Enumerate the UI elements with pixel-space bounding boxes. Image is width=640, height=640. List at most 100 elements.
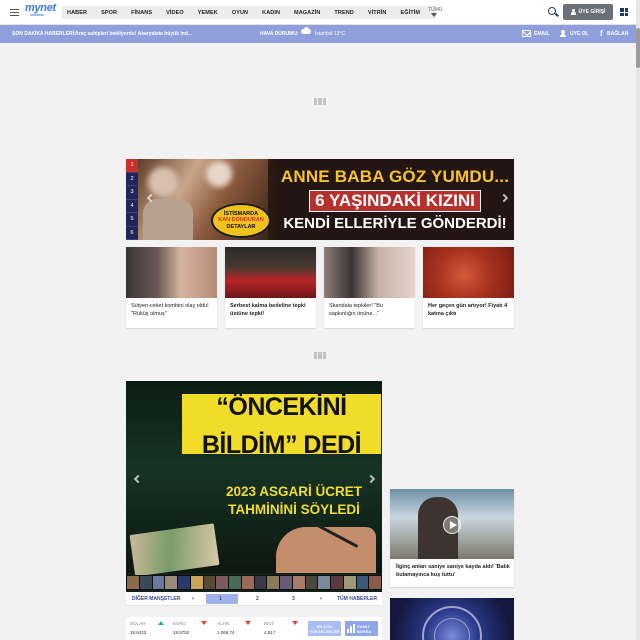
slide-headline: ANNE BABA GÖZ YUMDU... 6 YAŞINDAKİ KIZIN… — [276, 159, 514, 240]
login-button[interactable]: ÜYE GİRİŞİ — [563, 4, 613, 20]
news-card-image — [126, 247, 217, 298]
news-card[interactable]: Serbest kalma bedeline tepki üstüne tepk… — [225, 247, 316, 328]
slider-page-1[interactable]: 1 — [126, 159, 138, 173]
manset-thumb[interactable] — [216, 576, 228, 589]
pager-page-2[interactable]: 2 — [256, 596, 259, 602]
nav-item-trend[interactable]: TREND — [334, 10, 353, 16]
manset-thumb[interactable] — [139, 576, 152, 589]
manset-thumb[interactable] — [292, 576, 305, 589]
manset-thumb[interactable] — [152, 576, 165, 589]
manset-thumb[interactable] — [267, 576, 279, 589]
add-user-icon[interactable] — [560, 30, 567, 38]
news-card-image — [324, 247, 415, 298]
other-headlines-link[interactable]: DİĞER MANŞETLER — [132, 596, 180, 602]
manset-headline-line: “ÖNCEKİNİ — [216, 393, 347, 421]
trend-down-icon — [292, 621, 298, 625]
pager-prev[interactable]: ‹ — [192, 596, 194, 602]
market-value: 4.817 — [264, 630, 276, 635]
pager-page-3[interactable]: 3 — [292, 596, 295, 602]
slider-page-5[interactable]: 5 — [126, 213, 138, 227]
news-card-image — [225, 247, 316, 298]
user-icon — [570, 9, 576, 15]
slider-page-4[interactable]: 4 — [126, 199, 138, 213]
facebook-connect-link[interactable]: BAĞLAN — [607, 31, 628, 37]
market-value: 18,6423 — [130, 630, 147, 635]
page-scrollbar[interactable] — [636, 0, 640, 640]
live-market-button[interactable]: CANLI BORSA — [345, 621, 378, 636]
nav-item-finans[interactable]: FİNANS — [131, 10, 152, 16]
nav-more-label: TÜMÜ — [428, 6, 443, 13]
manset-thumb[interactable] — [318, 576, 330, 589]
news-card-image — [423, 247, 514, 298]
manset-thumb[interactable] — [356, 576, 369, 589]
photo-figure — [143, 199, 193, 240]
market-item-euro[interactable]: EURO 19,5752 — [173, 621, 209, 635]
news-card[interactable]: Her geçen gün artıyor! Fiyatı 4 katına ç… — [423, 247, 514, 328]
trend-down-icon — [201, 621, 207, 625]
menu-icon[interactable] — [10, 9, 19, 16]
nav-item-video[interactable]: VİDEO — [166, 10, 184, 16]
nav-item-oyun[interactable]: OYUN — [232, 10, 248, 16]
slider-page-3[interactable]: 3 — [126, 186, 138, 200]
mail-icon[interactable] — [522, 30, 531, 37]
news-card-title: Sütyen-ceket kombini olay oldu! "Rüküş o… — [131, 303, 209, 317]
market-item-bist[interactable]: BIST 4.817 — [264, 621, 300, 635]
blurred-face — [148, 167, 178, 197]
breaking-news-bar: SON DAKİKA HABERLERİ: Araç sahipleri bek… — [0, 25, 636, 43]
nav-item-haber[interactable]: HABER — [67, 10, 87, 16]
horoscope-card[interactable] — [390, 598, 514, 640]
manset-thumb[interactable] — [165, 576, 177, 589]
nav-item-yemek[interactable]: YEMEK — [198, 10, 218, 16]
manset-thumb[interactable] — [343, 576, 356, 589]
nav-item-magazin[interactable]: MAGAZİN — [294, 10, 320, 16]
nav-item-vitrin[interactable]: VİTRİN — [368, 10, 387, 16]
ad-placeholder-icon — [314, 98, 326, 105]
nav-item-kadin[interactable]: KADIN — [262, 10, 280, 16]
market-item-dolar[interactable]: DOLAR 18,6423 — [130, 621, 166, 635]
video-card[interactable]: İlginç anları saniye saniye kayda aldı! … — [390, 489, 514, 587]
manset-thumb[interactable] — [229, 576, 241, 589]
email-link[interactable]: EMAIL — [534, 31, 550, 37]
manset-subline: TAHMİNİNİ SÖYLEDİ — [228, 502, 360, 517]
pager-page-1[interactable]: 1 — [219, 596, 222, 602]
signup-link[interactable]: ÜYE OL — [570, 31, 589, 37]
facebook-icon[interactable]: f — [600, 29, 603, 38]
news-card[interactable]: Skandala tepkiler! "Bu sapkınlığın önüne… — [324, 247, 415, 328]
headline-slider[interactable]: 1 2 3 4 5 6 İSTİSMARDA KAN DONDURAN DETA… — [126, 159, 514, 240]
manset-thumb[interactable] — [127, 576, 139, 589]
market-item-altin[interactable]: ALTIN 1.068,74 — [217, 621, 253, 635]
manset-slider[interactable]: “ÖNCEKİNİ BİLDİM” DEDİ 2023 ASGARİ ÜCRET… — [126, 381, 382, 592]
nav-more[interactable]: TÜMÜ — [428, 6, 443, 19]
manset-thumb[interactable] — [305, 576, 318, 589]
breaking-headline[interactable]: Araç sahipleri bekliyordu! Akaryakıta bü… — [75, 31, 192, 37]
search-icon[interactable] — [548, 7, 556, 15]
market-ticker: DOLAR 18,6423 EURO 19,5752 ALTIN 1.068,7… — [126, 617, 382, 640]
news-card[interactable]: Sütyen-ceket kombini olay oldu! "Rüküş o… — [126, 247, 217, 328]
weather-label: HAVA DURUMU: — [260, 31, 299, 37]
weather-value[interactable]: İstanbul 13°C — [315, 31, 345, 37]
site-logo[interactable]: mynet — [25, 2, 56, 14]
manset-pager: DİĞER MANŞETLER ‹ 1 2 3 › TÜM HABERLER — [126, 592, 382, 606]
all-news-link[interactable]: TÜM HABERLER — [337, 596, 377, 602]
ad-placeholder-icon — [314, 352, 326, 359]
manset-thumb[interactable] — [178, 576, 190, 589]
play-icon[interactable] — [443, 516, 461, 534]
manset-thumb[interactable] — [241, 576, 254, 589]
manset-thumb[interactable] — [280, 576, 292, 589]
market-value: 19,5752 — [173, 630, 190, 635]
manset-thumb[interactable] — [331, 576, 343, 589]
market-name: DOLAR — [130, 621, 146, 626]
top-gainers-button[interactable]: EN ÇOK YÜKSELENLER — [308, 621, 341, 636]
slider-page-2[interactable]: 2 — [126, 172, 138, 186]
pager-next[interactable]: › — [320, 596, 322, 602]
scrollbar-thumb[interactable] — [636, 28, 640, 68]
manset-thumb[interactable] — [203, 576, 216, 589]
slider-page-6[interactable]: 6 — [126, 226, 138, 240]
nav-item-egitim[interactable]: EĞİTİM — [401, 10, 421, 16]
manset-thumb[interactable] — [369, 576, 381, 589]
manset-thumb[interactable] — [254, 576, 267, 589]
apps-grid-icon[interactable] — [620, 8, 628, 16]
nav-item-spor[interactable]: SPOR — [101, 10, 117, 16]
manset-thumb[interactable] — [190, 576, 203, 589]
chevron-down-icon — [431, 13, 438, 18]
